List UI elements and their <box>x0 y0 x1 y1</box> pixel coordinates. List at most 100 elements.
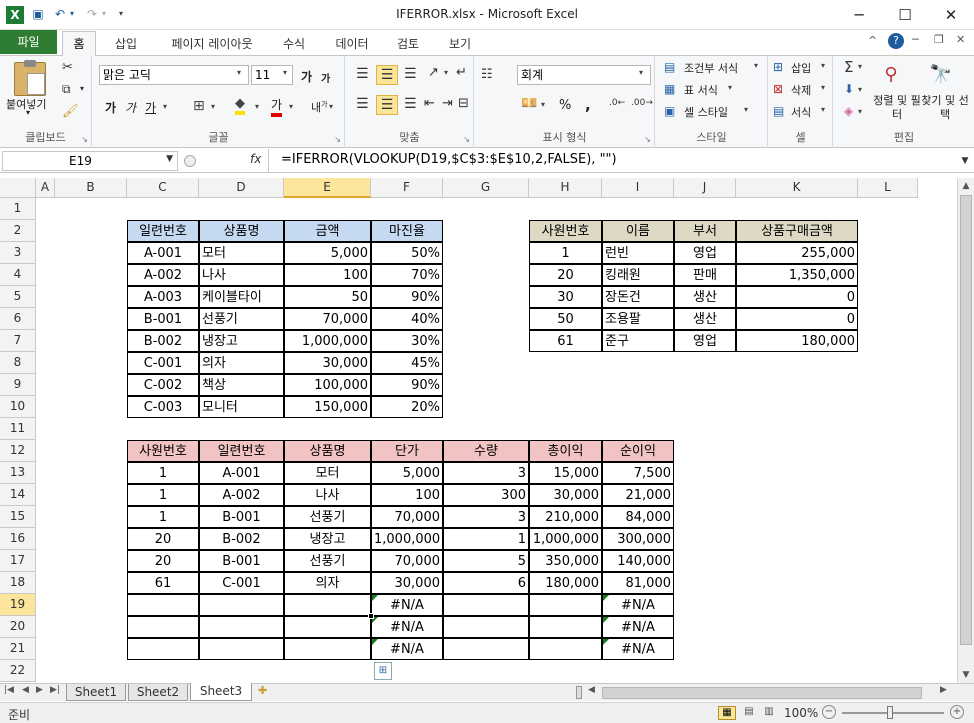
employee-table-header[interactable]: 상품구매금액 <box>736 220 858 242</box>
formula-input[interactable]: =IFERROR(VLOOKUP(D19,$C$3:$E$10,2,FALSE)… <box>268 149 956 172</box>
row-header-22[interactable]: 22 <box>0 660 36 682</box>
sales-table-cell[interactable] <box>443 616 529 638</box>
merge-center-icon[interactable]: ⊟ <box>458 96 469 111</box>
sales-table-cell[interactable]: #N/A <box>371 616 443 638</box>
insert-sheet-icon[interactable]: ✚ <box>258 684 267 697</box>
page-break-view-icon[interactable]: ▥ <box>760 706 778 720</box>
employee-table-cell[interactable]: 생산 <box>674 308 736 330</box>
select-all-corner[interactable] <box>0 178 36 198</box>
sales-table-cell[interactable]: 20 <box>127 550 199 572</box>
product-table-cell[interactable]: 냉장고 <box>199 330 284 352</box>
row-header-4[interactable]: 4 <box>0 264 36 286</box>
clear-dropdown-icon[interactable]: ▾ <box>858 107 862 116</box>
product-table-cell[interactable]: C-002 <box>127 374 199 396</box>
product-table-cell[interactable]: 70% <box>371 264 443 286</box>
sheet-tab-sheet1[interactable]: Sheet1 <box>66 684 126 701</box>
employee-table-cell[interactable]: 0 <box>736 308 858 330</box>
find-select-button[interactable]: 찾기 및 선택 <box>918 94 972 122</box>
product-table-cell[interactable]: 의자 <box>199 352 284 374</box>
employee-table-cell[interactable]: 1,350,000 <box>736 264 858 286</box>
align-left-icon[interactable]: ☰ <box>356 96 369 112</box>
font-size-dropdown-icon[interactable]: ▾ <box>283 68 287 77</box>
row-header-10[interactable]: 10 <box>0 396 36 418</box>
fill-color-icon[interactable]: ◆ <box>235 96 245 115</box>
paste-icon[interactable] <box>14 60 46 96</box>
font-color-button[interactable]: 가 <box>271 96 283 117</box>
accounting-format-icon[interactable]: 💴 <box>521 96 537 111</box>
borders-dropdown-icon[interactable]: ▾ <box>211 102 215 111</box>
employee-table-header[interactable]: 사원번호 <box>529 220 602 242</box>
sales-table-cell[interactable]: #N/A <box>602 638 674 660</box>
wrap-text-icon[interactable]: ↵ <box>456 65 467 80</box>
product-table-header[interactable]: 마진율 <box>371 220 443 242</box>
employee-table-header[interactable]: 부서 <box>674 220 736 242</box>
tab-review[interactable]: 검토 <box>390 33 426 56</box>
sales-table-cell[interactable]: 5,000 <box>371 462 443 484</box>
employee-table-cell[interactable]: 영업 <box>674 242 736 264</box>
sales-table-cell[interactable]: 21,000 <box>602 484 674 506</box>
product-table-header[interactable]: 금액 <box>284 220 371 242</box>
employee-table-cell[interactable]: 61 <box>529 330 602 352</box>
underline-button[interactable]: 가 <box>145 99 156 116</box>
product-table-cell[interactable]: 30% <box>371 330 443 352</box>
sales-table-cell[interactable] <box>284 638 371 660</box>
zoom-in-icon[interactable]: + <box>950 705 964 719</box>
sales-table-cell[interactable]: 3 <box>443 462 529 484</box>
sales-table-cell[interactable]: 70,000 <box>371 550 443 572</box>
phonetic-button[interactable]: 내가 <box>311 99 328 115</box>
sales-table-cell[interactable]: 1,000,000 <box>371 528 443 550</box>
row-header-20[interactable]: 20 <box>0 616 36 638</box>
scroll-thumb[interactable] <box>960 195 972 645</box>
tab-home[interactable]: 홈 <box>62 31 96 56</box>
italic-button[interactable]: 가 <box>125 99 136 116</box>
employee-table-cell[interactable]: 50 <box>529 308 602 330</box>
sales-table-cell[interactable]: 84,000 <box>602 506 674 528</box>
sales-table-cell[interactable] <box>529 594 602 616</box>
auto-fill-options-icon[interactable]: ⊞ <box>374 662 392 680</box>
sales-table-cell[interactable] <box>284 616 371 638</box>
sales-table-cell[interactable]: 210,000 <box>529 506 602 528</box>
sales-table-cell[interactable]: 20 <box>127 528 199 550</box>
column-header-h[interactable]: H <box>529 178 602 198</box>
column-header-f[interactable]: F <box>371 178 443 198</box>
sales-table-cell[interactable]: C-001 <box>199 572 284 594</box>
sales-table-cell[interactable]: 모터 <box>284 462 371 484</box>
percent-button[interactable]: % <box>559 98 571 113</box>
column-header-a[interactable]: A <box>36 178 55 198</box>
product-table-cell[interactable]: B-002 <box>127 330 199 352</box>
tab-page-layout[interactable]: 페이지 레이아웃 <box>160 33 264 56</box>
employee-table-cell[interactable]: 생산 <box>674 286 736 308</box>
row-header-6[interactable]: 6 <box>0 308 36 330</box>
active-cell-e19[interactable] <box>283 593 374 619</box>
sales-table-cell[interactable]: 선풍기 <box>284 550 371 572</box>
employee-table-cell[interactable]: 런빈 <box>602 242 674 264</box>
help-icon[interactable]: ? <box>888 33 904 49</box>
delete-cells-button[interactable]: 삭제 <box>791 82 811 98</box>
sales-table-cell[interactable]: 1 <box>443 528 529 550</box>
sales-table-cell[interactable]: 70,000 <box>371 506 443 528</box>
clipboard-launcher-icon[interactable]: ↘ <box>81 135 88 144</box>
column-header-l[interactable]: L <box>858 178 918 198</box>
accounting-dropdown-icon[interactable]: ▾ <box>541 100 545 109</box>
product-table-header[interactable]: 상품명 <box>199 220 284 242</box>
sheet-tab-sheet2[interactable]: Sheet2 <box>128 684 188 701</box>
sales-table-cell[interactable]: A-002 <box>199 484 284 506</box>
product-table-cell[interactable]: 나사 <box>199 264 284 286</box>
sales-table-header[interactable]: 단가 <box>371 440 443 462</box>
product-table-cell[interactable]: 150,000 <box>284 396 371 418</box>
cut-icon[interactable]: ✂ <box>62 60 73 75</box>
conditional-format-button[interactable]: 조건부 서식 <box>684 60 738 76</box>
align-right-icon[interactable]: ☰ <box>404 96 417 112</box>
employee-table-cell[interactable]: 영업 <box>674 330 736 352</box>
format-dropdown-icon[interactable]: ▾ <box>821 105 825 114</box>
row-header-2[interactable]: 2 <box>0 220 36 242</box>
employee-table-header[interactable]: 이름 <box>602 220 674 242</box>
row-header-12[interactable]: 12 <box>0 440 36 462</box>
column-header-c[interactable]: C <box>127 178 199 198</box>
last-sheet-icon[interactable]: ▶| <box>50 685 60 695</box>
insert-function-icon[interactable]: fx <box>250 152 261 166</box>
sales-table-header[interactable]: 수량 <box>443 440 529 462</box>
product-table-cell[interactable]: 100 <box>284 264 371 286</box>
align-bottom-icon[interactable]: ☰ <box>404 66 417 82</box>
comma-button[interactable]: , <box>585 96 591 114</box>
